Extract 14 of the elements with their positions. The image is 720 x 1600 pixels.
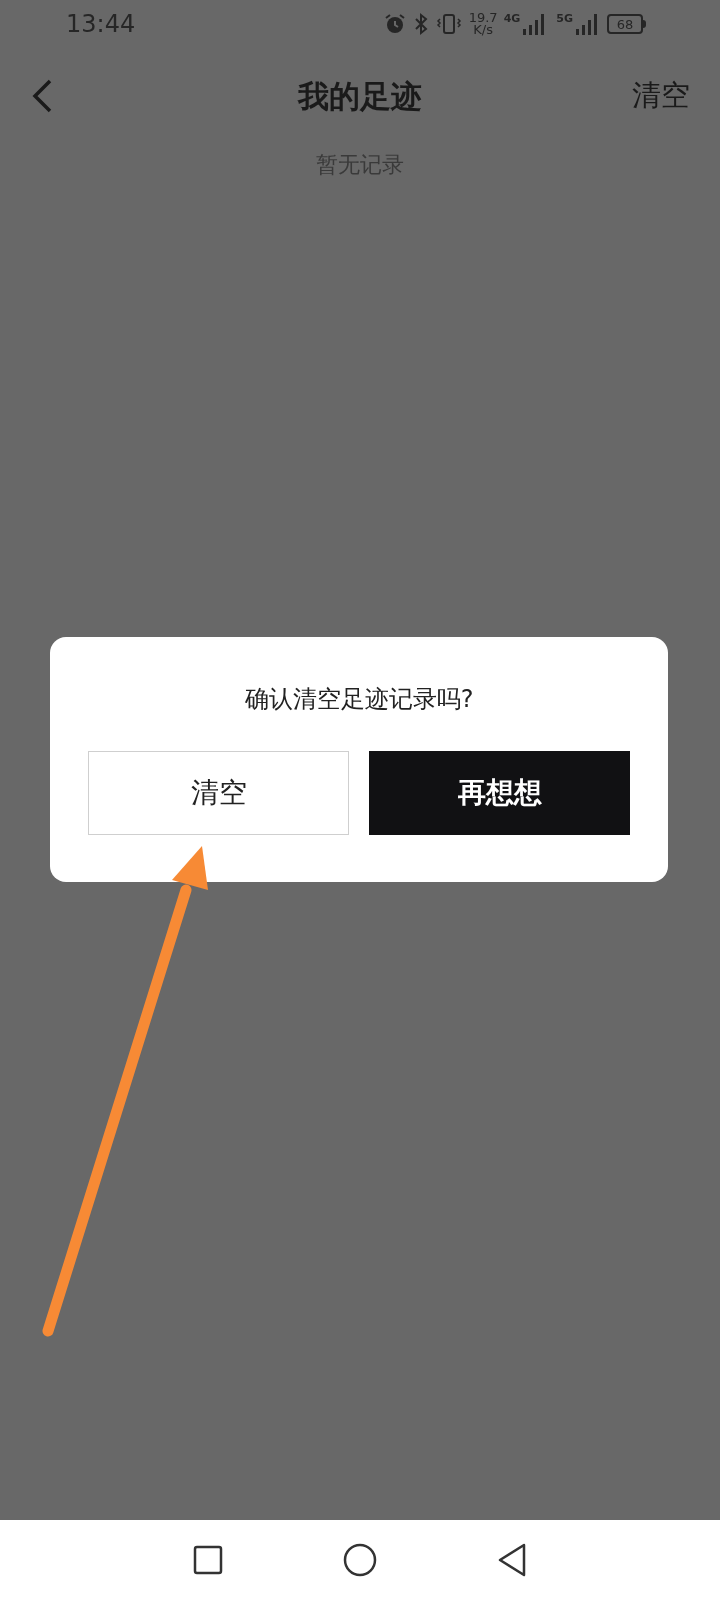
network-type: 4G: [503, 13, 521, 24]
dialog-message: 确认清空足迹记录吗?: [244, 684, 474, 715]
status-time: 13:44: [66, 9, 136, 40]
battery-icon: 68: [607, 14, 646, 34]
vibrate-icon: [434, 12, 463, 36]
page-title: 我的足迹: [298, 76, 422, 116]
back-icon[interactable]: [497, 1543, 527, 1577]
network-speed: 19.7 K/s: [468, 12, 498, 36]
bluetooth-icon: [412, 12, 429, 36]
recent-apps-icon[interactable]: [193, 1545, 223, 1575]
clear-button[interactable]: 清空: [88, 751, 349, 835]
network-type: 5G: [556, 13, 573, 24]
cancel-button[interactable]: 再想想: [369, 751, 630, 835]
home-icon[interactable]: [343, 1543, 377, 1577]
